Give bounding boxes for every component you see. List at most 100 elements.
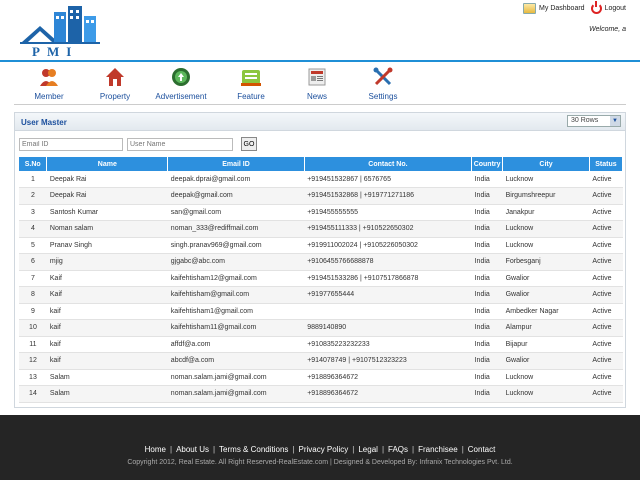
cell-name: Santosh Kumar: [46, 204, 168, 221]
main-nav: Member Property Advertisement Feature Ne…: [14, 65, 626, 105]
cell-sno: 14: [19, 385, 47, 403]
nav-item-news[interactable]: News: [282, 65, 352, 101]
news-icon: [306, 66, 328, 88]
col-header-sno[interactable]: S.No: [19, 157, 48, 171]
footer-separator: |: [412, 445, 415, 454]
cell-contact: +910835223232233: [304, 336, 472, 353]
nav-label-settings: Settings: [368, 92, 398, 101]
cell-country: India: [471, 336, 503, 353]
panel-title: User Master: [21, 118, 67, 127]
rows-per-page-select[interactable]: 30 Rows ▼: [567, 115, 621, 127]
cell-contact: +919455555555: [304, 204, 472, 221]
cell-email: affdf@a.com: [167, 336, 305, 353]
table-row[interactable]: 10 kaif kaifehtisham11@gmail.com 9889140890…: [19, 319, 623, 337]
table-header-row: S.No Name Email ID Contact No. Country C…: [19, 157, 624, 171]
table-row[interactable]: 1 Deepak Rai deepak.dprai@gmail.com +919451…: [19, 171, 623, 188]
cell-name: Kaif: [46, 286, 168, 304]
advertisement-icon: [170, 66, 192, 88]
col-header-contact[interactable]: Contact No.: [304, 157, 473, 171]
footer-link-faqs[interactable]: FAQs: [388, 445, 408, 454]
cell-country: India: [471, 187, 503, 205]
cell-sno: 11: [19, 336, 47, 353]
table-row[interactable]: 13 Salam noman.salam.jami@gmail.com +918896…: [19, 369, 623, 386]
username-filter-input[interactable]: [127, 137, 233, 151]
cell-country: India: [471, 385, 503, 403]
table-row[interactable]: 14 Salam noman.salam.jami@gmail.com +918896…: [19, 385, 623, 403]
table-row[interactable]: 4 Noman salam noman_333@rediffmail.com +919…: [19, 220, 623, 238]
logo-text: PMI: [32, 44, 79, 59]
footer-link-home[interactable]: Home: [145, 445, 166, 454]
col-header-status[interactable]: Status: [589, 157, 624, 171]
dashboard-label: My Dashboard: [539, 5, 585, 12]
table-row[interactable]: 8 Kaif kaifehtisham@gmail.com +91977655444 I…: [19, 286, 623, 304]
cell-country: India: [471, 319, 503, 337]
cell-sno: 6: [19, 253, 47, 271]
cell-status: Active: [589, 286, 623, 304]
dashboard-icon: [523, 3, 537, 14]
nav-item-property[interactable]: Property: [80, 65, 150, 101]
cell-email: kaifehtisham11@gmail.com: [167, 319, 305, 337]
col-header-email[interactable]: Email ID: [167, 157, 305, 171]
cell-sno: 2: [19, 187, 47, 205]
cell-name: Deepak Rai: [46, 187, 168, 205]
footer-link-contact[interactable]: Contact: [468, 445, 496, 454]
cell-city: Bijapur: [502, 336, 590, 353]
panel-header: User Master 30 Rows ▼: [15, 113, 625, 131]
footer-link-privacy-policy[interactable]: Privacy Policy: [298, 445, 348, 454]
footer-link-franchisee[interactable]: Franchisee: [418, 445, 458, 454]
table-row[interactable]: 5 Pranav Singh singh.pranav969@gmail.com +9…: [19, 237, 623, 254]
top-links: My Dashboard Logout: [523, 1, 626, 14]
member-icon: [38, 66, 60, 88]
cell-contact: +919455111333 | +910522650302: [304, 220, 472, 238]
col-header-city[interactable]: City: [502, 157, 590, 171]
footer-separator: |: [212, 445, 216, 454]
cell-sno: 5: [19, 237, 47, 254]
cell-city: Janakpur: [502, 204, 590, 221]
cell-country: India: [471, 286, 503, 304]
cell-contact: +918896364672: [304, 369, 472, 386]
cell-city: Alampur: [502, 319, 590, 337]
cell-name: kaif: [46, 352, 168, 370]
go-button[interactable]: GO: [241, 137, 257, 151]
col-header-country[interactable]: Country: [471, 157, 504, 171]
table-row[interactable]: 9 kaif kaifehtisham1@gmail.com India Ambedke…: [19, 303, 623, 320]
footer-link-about-us[interactable]: About Us: [176, 445, 209, 454]
cell-name: kaif: [46, 336, 168, 353]
table-row[interactable]: 6 mjig gjgabc@abc.com +9106455766688878 Indi…: [19, 253, 623, 271]
table-row[interactable]: 2 Deepak Rai deepak@gmail.com +919451532868…: [19, 187, 623, 205]
cell-city: Forbesganj: [502, 253, 590, 271]
cell-status: Active: [589, 303, 623, 320]
table-row[interactable]: 3 Santosh Kumar san@gmail.com +919455555555…: [19, 204, 623, 221]
cell-email: san@gmail.com: [167, 204, 305, 221]
nav-item-member[interactable]: Member: [14, 65, 84, 101]
cell-contact: +914078749 | +9107512323223: [304, 352, 472, 370]
table-row[interactable]: 7 Kaif kaifehtisham12@gmail.com +9194515332…: [19, 270, 623, 287]
cell-name: Noman salam: [46, 220, 168, 238]
cell-country: India: [471, 204, 503, 221]
table-row[interactable]: 11 kaif affdf@a.com +910835223232233 India Bi…: [19, 336, 623, 353]
cell-name: kaif: [46, 303, 168, 320]
cell-city: Ambedker Nagar: [502, 303, 590, 320]
cell-status: Active: [589, 385, 623, 403]
user-table: S.No Name Email ID Contact No. Country C…: [19, 157, 624, 403]
col-header-name[interactable]: Name: [46, 157, 169, 171]
footer-link-legal[interactable]: Legal: [358, 445, 378, 454]
email-filter-input[interactable]: [19, 137, 123, 151]
my-dashboard-link[interactable]: My Dashboard: [523, 3, 585, 14]
cell-contact: +91977655444: [304, 286, 472, 304]
table-row[interactable]: 12 kaif abcdf@a.com +914078749 | +910751232…: [19, 352, 623, 370]
rows-select-value: 30 Rows: [571, 117, 599, 124]
footer-link-terms-conditions[interactable]: Terms & Conditions: [219, 445, 288, 454]
nav-item-advertisement[interactable]: Advertisement: [146, 65, 216, 101]
cell-name: mjig: [46, 253, 168, 271]
cell-city: Lucknow: [502, 385, 590, 403]
power-icon: [590, 1, 602, 14]
nav-item-settings[interactable]: Settings: [348, 65, 418, 101]
cell-sno: 1: [19, 171, 47, 188]
user-master-panel: User Master 30 Rows ▼ GO S.No Name Email…: [14, 112, 626, 408]
cell-city: Lucknow: [502, 237, 590, 254]
cell-email: noman_333@rediffmail.com: [167, 220, 305, 238]
cell-contact: +919451533286 | +9107517866878: [304, 270, 472, 287]
nav-item-feature[interactable]: Feature: [216, 65, 286, 101]
logout-link[interactable]: Logout: [590, 1, 626, 14]
